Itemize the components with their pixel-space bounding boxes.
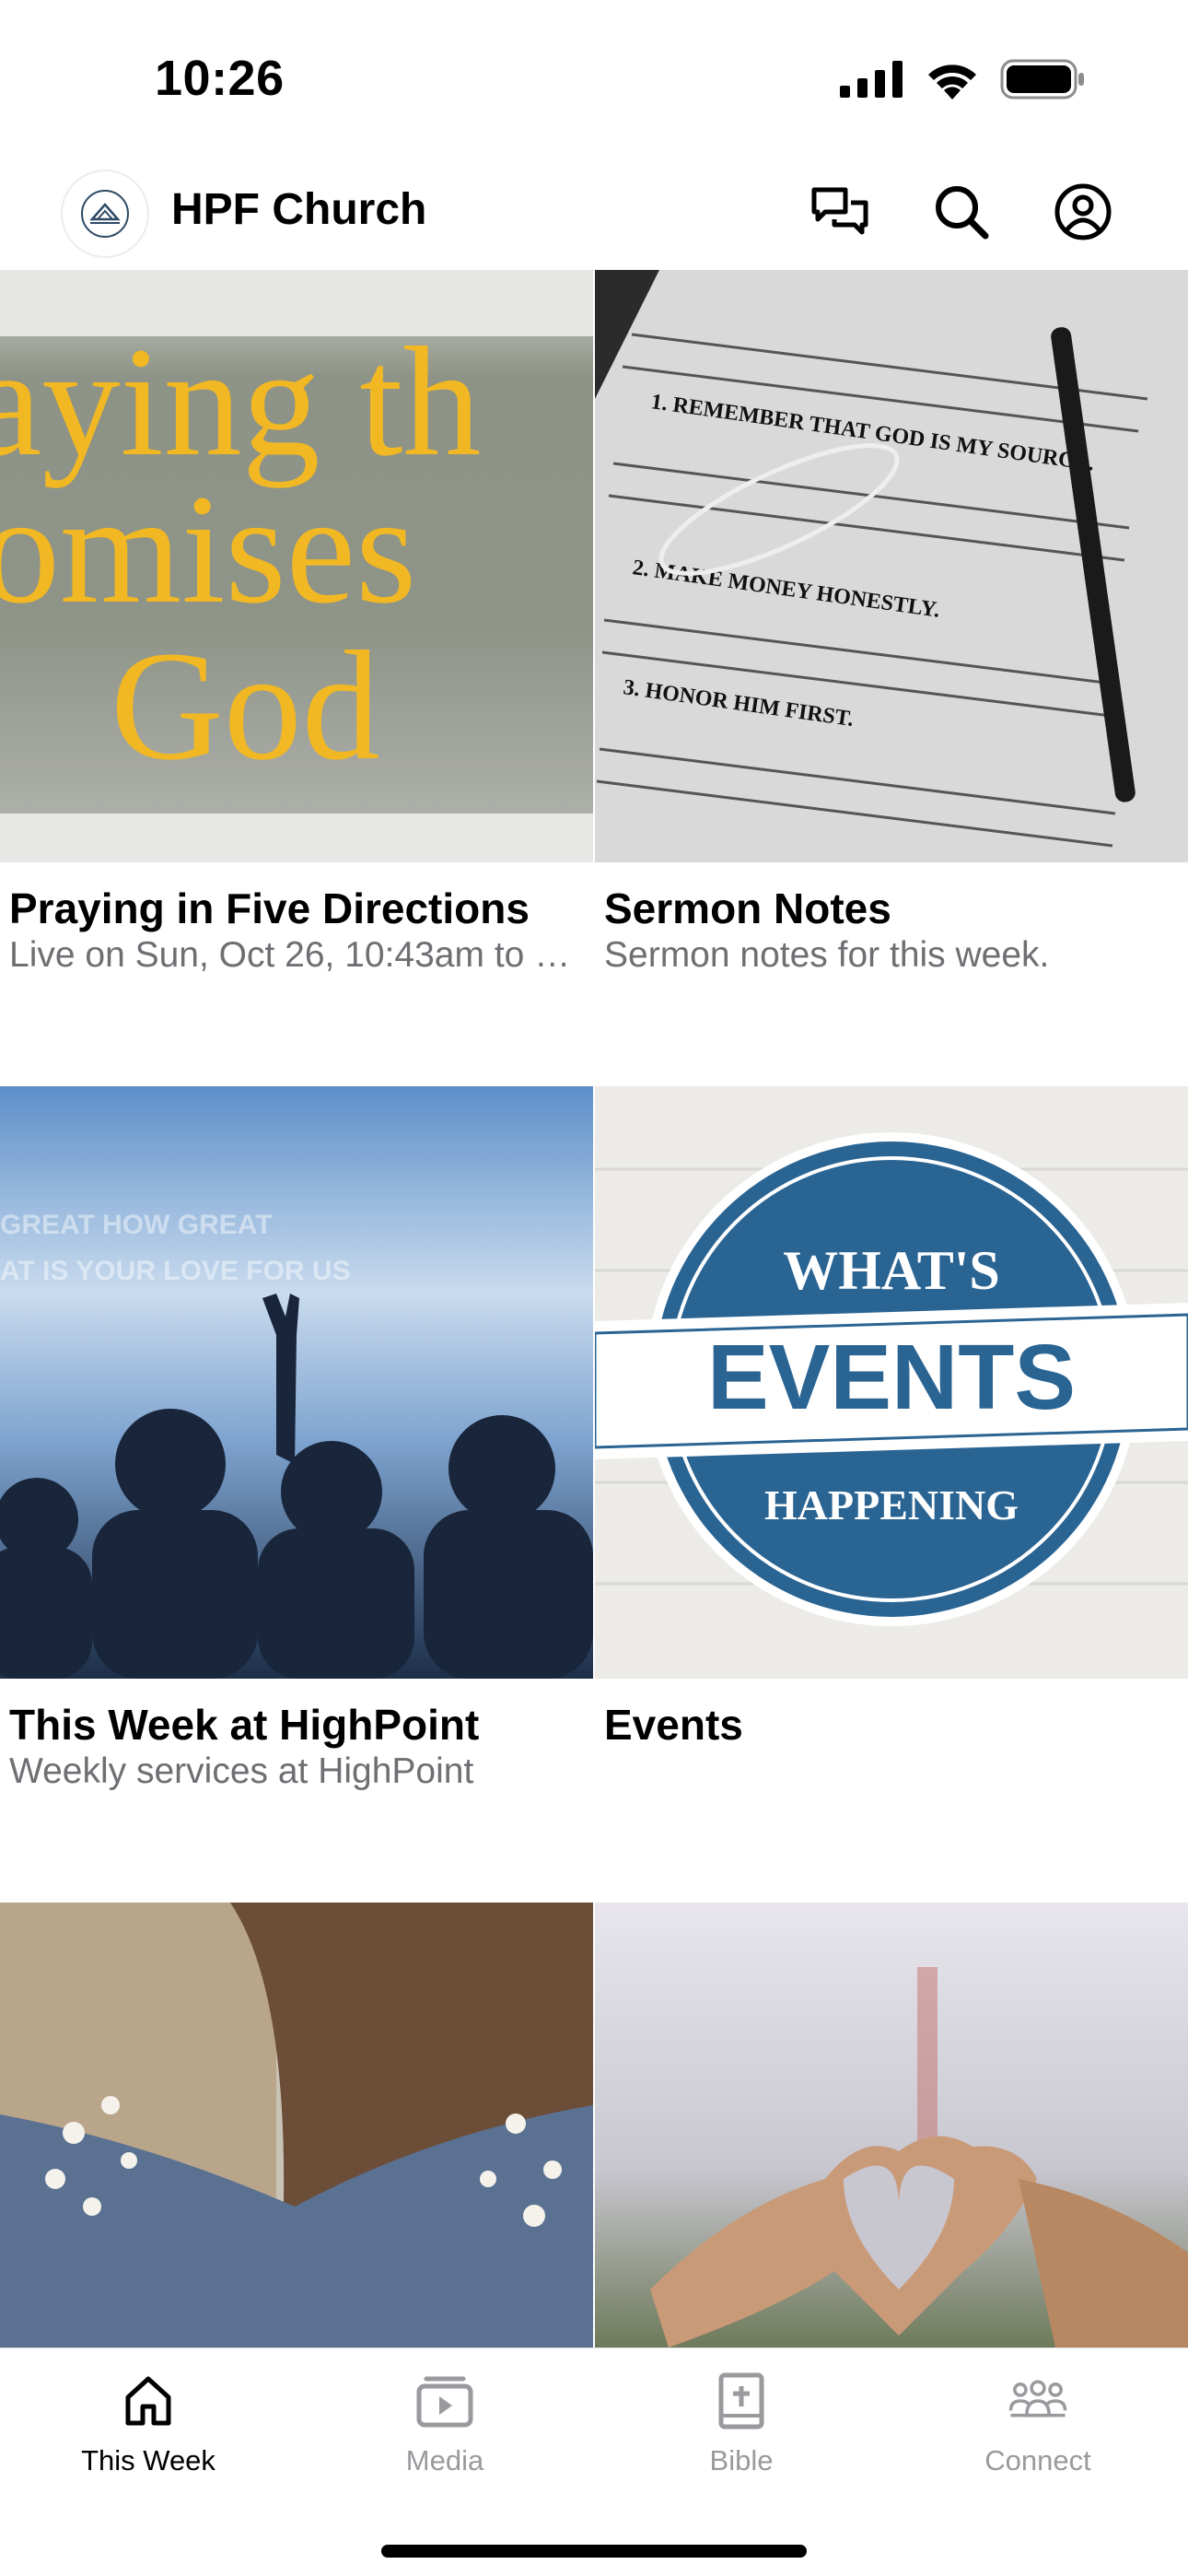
card-title: Praying in Five Directions [9,884,530,932]
app-header: HPF Church [0,157,1188,269]
status-icons [840,59,1085,100]
card-image: WHAT'S EVENTS HAPPENING [595,1086,1188,1679]
card-events[interactable]: WHAT'S EVENTS HAPPENING Events [595,1086,1188,1903]
app-title: HPF Church [171,185,427,234]
media-icon [414,2371,475,2431]
tab-this-week[interactable]: This Week [0,2348,297,2496]
card-sermon-notes[interactable]: 1. REMEMBER THAT GOD IS MY SOURCE. 2. MA… [595,270,1188,1086]
chat-icon [811,187,868,235]
profile-icon [1054,183,1112,240]
svg-text:WHAT'S: WHAT'S [783,1240,1000,1301]
svg-text:God: God [111,619,380,792]
events-image: WHAT'S EVENTS HAPPENING [595,1086,1188,1679]
bible-icon [711,2371,772,2431]
status-time: 10:26 [155,51,285,106]
friends-flowers-image [0,1903,593,2348]
tab-connect[interactable]: Connect [890,2348,1186,2496]
tab-label: Bible [709,2444,774,2476]
card-heart-hands[interactable] [595,1903,1188,2348]
search-icon [936,186,989,240]
card-image: 1. REMEMBER THAT GOD IS MY SOURCE. 2. MA… [595,270,1188,862]
church-logo[interactable] [61,170,149,258]
search-button[interactable] [928,179,995,245]
card-subtitle: Weekly services at HighPoint [9,1751,474,1791]
chat-button[interactable] [807,179,873,245]
tab-media[interactable]: Media [297,2348,593,2496]
card-subtitle: Live on Sun, Oct 26, 10:43am to 12:00pm [9,935,580,975]
card-title: Sermon Notes [604,884,891,932]
card-friends-flowers[interactable] [0,1903,593,2348]
svg-text:omises: omises [0,463,416,636]
card-image [0,1903,593,2348]
card-subtitle: Sermon notes for this week. [604,935,1050,975]
wifi-icon [928,64,976,100]
card-image: aying th omises God [0,270,593,862]
svg-text:HAPPENING: HAPPENING [764,1481,1019,1528]
svg-text:EVENTS: EVENTS [707,1326,1076,1429]
worship-crowd-image: GREAT HOW GREAT AT IS YOUR LOVE FOR US [0,1086,593,1679]
card-image: GREAT HOW GREAT AT IS YOUR LOVE FOR US [0,1086,593,1679]
tab-label: This Week [81,2444,215,2476]
card-title: Events [604,1701,743,1749]
tab-label: Media [405,2444,484,2476]
card-praying-five-directions[interactable]: aying th omises God Praying in Five Dire… [0,270,593,1086]
card-this-week-highpoint[interactable]: GREAT HOW GREAT AT IS YOUR LOVE FOR US T… [0,1086,593,1903]
card-title: This Week at HighPoint [9,1701,480,1749]
home-indicator[interactable] [381,2545,807,2558]
card-image [595,1903,1188,2348]
signal-icon [840,61,903,98]
praying-promises-image: aying th omises God [0,270,593,862]
tab-bar: This Week Media Bible Connect [0,2348,1188,2576]
svg-text:GREAT HOW GREAT: GREAT HOW GREAT [0,1210,273,1240]
tab-label: Connect [984,2444,1091,2476]
church-logo-icon [81,190,129,238]
svg-text:AT IS YOUR LOVE FOR US: AT IS YOUR LOVE FOR US [0,1256,351,1286]
connect-icon [1007,2371,1068,2431]
sermon-notes-image: 1. REMEMBER THAT GOD IS MY SOURCE. 2. MA… [595,270,1188,862]
battery-icon [1000,59,1084,100]
heart-hands-image [595,1903,1188,2348]
profile-button[interactable] [1050,179,1116,245]
status-bar: 10:26 [0,0,1188,157]
home-icon [118,2371,179,2431]
tab-bible[interactable]: Bible [593,2348,890,2496]
